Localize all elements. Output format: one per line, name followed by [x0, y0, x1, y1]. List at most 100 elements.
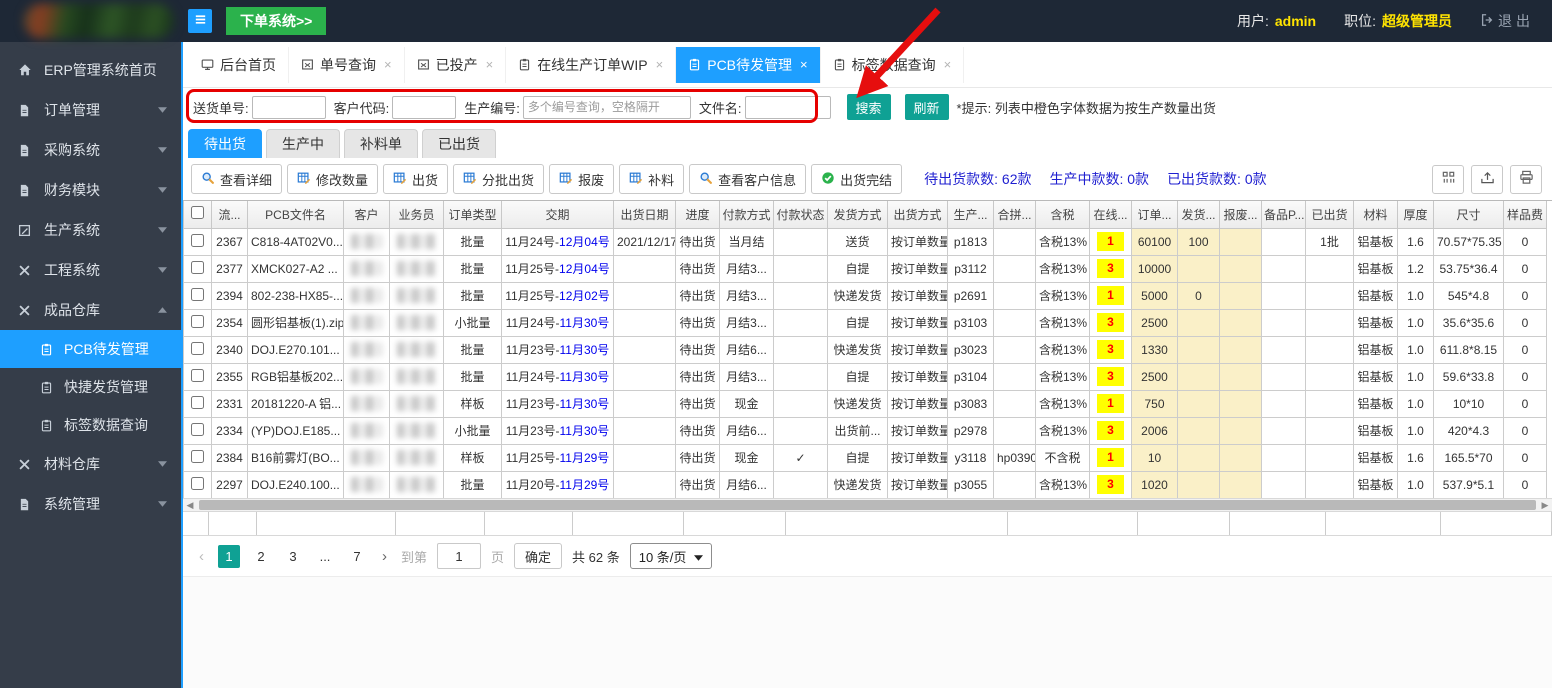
tab-close-icon[interactable]: ×: [384, 57, 392, 72]
scroll-right-arrow[interactable]: ▶: [1538, 499, 1552, 511]
caret-down-icon: [158, 187, 167, 193]
toolbar-button-出货[interactable]: 出货: [383, 164, 449, 194]
row-checkbox[interactable]: [191, 260, 204, 274]
cell-merge-no: [993, 281, 1036, 310]
delivery-no-input[interactable]: [251, 95, 326, 119]
cell-shipped-batch: 1批: [1305, 227, 1354, 256]
sidebar-item-成品仓库[interactable]: 成品仓库: [0, 290, 181, 330]
pagination-page-3[interactable]: 3: [282, 545, 304, 568]
tab-后台首页[interactable]: 后台首页: [189, 46, 289, 83]
subtab-已出货[interactable]: 已出货: [422, 129, 496, 158]
scroll-left-arrow[interactable]: ◀: [183, 499, 197, 511]
tab-close-icon[interactable]: ×: [944, 57, 952, 72]
file-name-input[interactable]: [744, 95, 831, 119]
toolbar-button-报废[interactable]: 报废: [549, 164, 615, 194]
sidebar-item-label: 系统管理: [44, 496, 100, 512]
tab-close-icon[interactable]: ×: [486, 57, 494, 72]
tab-在线生产订单WIP[interactable]: 在线生产订单WIP ×: [506, 46, 677, 83]
scrollbar-thumb[interactable]: [199, 500, 1536, 510]
refresh-button[interactable]: 刷新: [904, 94, 949, 120]
window-icon: [301, 58, 314, 71]
row-checkbox[interactable]: [191, 233, 204, 247]
toolbar-button-分批出货[interactable]: 分批出货: [453, 164, 545, 194]
tools-icon: [18, 304, 38, 317]
tab-PCB待发管理[interactable]: PCB待发管理 ×: [676, 46, 821, 83]
sidebar-item-财务模块[interactable]: 财务模块: [0, 170, 181, 210]
row-checkbox[interactable]: [191, 287, 204, 301]
row-checkbox[interactable]: [191, 422, 204, 436]
cell-ship-date: [613, 335, 676, 364]
cell-order-type: 批量: [443, 335, 502, 364]
subtab-补料单[interactable]: 补料单: [344, 129, 418, 158]
horizontal-scrollbar[interactable]: ◀ ▶: [183, 498, 1552, 512]
cell-shipped-qty: [1177, 470, 1220, 498]
cell-material: 铝基板: [1353, 335, 1398, 364]
goto-confirm-button[interactable]: 确定: [514, 543, 563, 569]
toolbar-button-label: 出货完结: [840, 172, 893, 188]
column-header-客户: 客户: [343, 201, 390, 229]
pagination-prev-button[interactable]: ‹: [195, 548, 208, 565]
sidebar-item-订单管理[interactable]: 订单管理: [0, 90, 181, 130]
column-header-进度: 进度: [675, 201, 720, 229]
sidebar: ERP管理系统首页 订单管理 采购系统 财务模块 生产系统 工程系统 成品仓库 PCB待发管理…: [0, 42, 181, 688]
row-checkbox[interactable]: [191, 314, 204, 328]
row-checkbox[interactable]: [191, 476, 204, 490]
goto-page-input[interactable]: [437, 543, 482, 569]
sidebar-item-生产系统[interactable]: 生产系统: [0, 210, 181, 250]
select-all-checkbox[interactable]: [191, 206, 204, 220]
subtab-生产中[interactable]: 生产中: [266, 129, 340, 158]
grid-button-print-icon[interactable]: [1510, 164, 1542, 194]
menu-toggle-button[interactable]: [188, 9, 212, 33]
table-icon: [297, 171, 311, 188]
search-button[interactable]: 搜索: [846, 94, 891, 120]
sidebar-item-系统管理[interactable]: 系统管理: [0, 484, 181, 524]
cell-size: 165.5*70: [1433, 443, 1504, 472]
sidebar-subitem-标签数据查询[interactable]: 标签数据查询: [0, 406, 181, 444]
grid-button-columns-icon[interactable]: [1432, 164, 1464, 194]
cell-online-qty: 3: [1089, 362, 1132, 391]
row-checkbox[interactable]: [191, 395, 204, 409]
tab-close-icon[interactable]: ×: [800, 57, 808, 72]
logout-button[interactable]: 退出: [1480, 11, 1534, 31]
grid-button-export-icon[interactable]: [1471, 164, 1503, 194]
toolbar-button-label: 补料: [648, 172, 675, 188]
row-checkbox[interactable]: [191, 368, 204, 382]
cell-payment-method: 现金: [719, 443, 774, 472]
sidebar-item-工程系统[interactable]: 工程系统: [0, 250, 181, 290]
row-checkbox[interactable]: [191, 341, 204, 355]
tab-已投产[interactable]: 已投产 ×: [405, 46, 507, 83]
redacted-salesperson: [397, 369, 436, 384]
toolbar-button-查看客户信息[interactable]: 查看客户信息: [689, 164, 807, 194]
pagination-page-7[interactable]: 7: [346, 545, 368, 568]
cell-scrap-qty: [1219, 470, 1262, 498]
toolbar-button-出货完结[interactable]: 出货完结: [811, 164, 903, 194]
sidebar-item-ERP管理系统首页[interactable]: ERP管理系统首页: [0, 50, 181, 90]
tab-单号查询[interactable]: 单号查询 ×: [289, 46, 405, 83]
pagination-page-2[interactable]: 2: [250, 545, 272, 568]
cell-spare-qty: [1261, 335, 1306, 364]
cell-progress: 待出货: [675, 308, 720, 337]
cell-due-date: 11月23号-11月30号: [501, 416, 614, 445]
cell-seq: 2394: [211, 281, 248, 310]
sidebar-item-材料仓库[interactable]: 材料仓库: [0, 444, 181, 484]
subtab-待出货[interactable]: 待出货: [188, 129, 262, 158]
toolbar-button-修改数量[interactable]: 修改数量: [287, 164, 379, 194]
due-start: 11月24号-: [505, 235, 560, 249]
row-checkbox[interactable]: [191, 449, 204, 463]
sidebar-subitem-快捷发货管理[interactable]: 快捷发货管理: [0, 368, 181, 406]
customer-code-input[interactable]: [392, 95, 457, 119]
tab-close-icon[interactable]: ×: [656, 57, 664, 72]
production-no-input[interactable]: [522, 95, 691, 119]
cell-due-date: 11月24号-11月30号: [501, 308, 614, 337]
pagination-page-1[interactable]: 1: [218, 544, 240, 568]
clipboard-icon: [688, 58, 701, 71]
page-size-select[interactable]: 10 条/页: [629, 543, 713, 569]
order-system-button[interactable]: 下单系统>>: [226, 7, 327, 35]
tab-标签数据查询[interactable]: 标签数据查询 ×: [821, 46, 965, 83]
toolbar-button-查看详细[interactable]: 查看详细: [191, 164, 283, 194]
sidebar-item-采购系统[interactable]: 采购系统: [0, 130, 181, 170]
toolbar-button-补料[interactable]: 补料: [619, 164, 685, 194]
cell-salesperson: [389, 281, 444, 310]
pagination-next-button[interactable]: ›: [378, 548, 391, 565]
sidebar-subitem-PCB待发管理[interactable]: PCB待发管理: [0, 330, 181, 368]
